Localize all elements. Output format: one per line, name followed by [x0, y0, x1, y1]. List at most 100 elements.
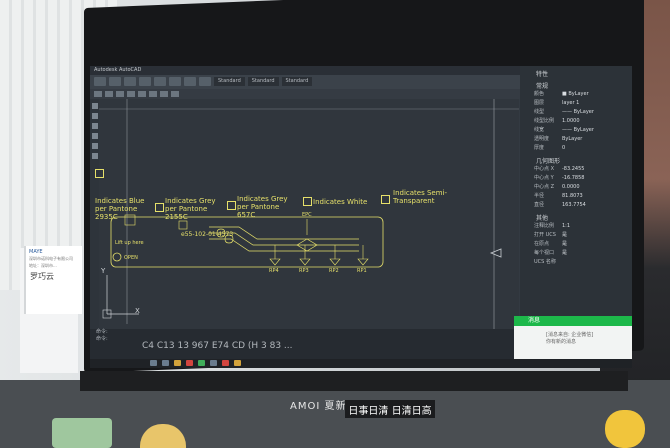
command-overflow-text: C4 C13 13 967 E74 CD (H 3 83 ...: [142, 341, 293, 351]
monitor-chin: [80, 371, 628, 391]
prop-row[interactable]: 线型 —— ByLayer: [520, 108, 632, 117]
polyline-tool-icon[interactable]: [105, 91, 113, 97]
pcb-id: e55-102-01-4573: [181, 231, 234, 238]
pad-label: RP2: [329, 268, 339, 274]
folder-icon[interactable]: [174, 360, 181, 366]
pcb-hole: [112, 252, 122, 262]
browser-icon[interactable]: [210, 360, 217, 366]
legend-blue: Indicates Blue per Pantone 2935C: [95, 197, 145, 221]
hatch-tool-icon[interactable]: [149, 91, 157, 97]
misc-row[interactable]: 注释比例 1:1: [520, 222, 632, 231]
pad-arrow: [357, 258, 369, 266]
pad-label: RP4: [269, 268, 279, 274]
prop-row[interactable]: 线宽 —— ByLayer: [520, 126, 632, 135]
monitor-stand-label: 日事日清 日清日高: [345, 400, 435, 418]
name-poster: MAYE 深圳市诺科电子有限公司 地址：深圳市... 罗巧云: [24, 246, 82, 314]
print-icon[interactable]: [139, 77, 151, 86]
draw-toolstrip: [90, 89, 520, 99]
command-history-1: 命令:: [96, 329, 108, 335]
direction-marker: [489, 248, 502, 258]
text-tool-icon[interactable]: [160, 91, 168, 97]
properties-panel: 特性 常规 颜色 ■ ByLayer 图层 layer 1 线型 —— ByLayer…: [520, 66, 632, 326]
select-tool-icon[interactable]: [91, 103, 98, 109]
style-select-2[interactable]: Standard: [247, 77, 279, 86]
prop-row[interactable]: 颜色 ■ ByLayer: [520, 90, 632, 99]
pad-arrow: [329, 258, 341, 266]
notification-popup[interactable]: 消息 [消息来自: 企业微信] 你有新的消息: [514, 316, 632, 364]
layer-icon[interactable]: [199, 77, 211, 86]
ucs-y-label: Y: [101, 267, 106, 275]
pcb-label-epc: EPC: [302, 212, 312, 218]
redo-icon[interactable]: [169, 77, 181, 86]
scale-tool-icon[interactable]: [91, 143, 98, 149]
line-tool-icon[interactable]: [94, 91, 102, 97]
geometry-row[interactable]: 半径 81.8073: [520, 192, 632, 201]
style-select-3[interactable]: Standard: [281, 77, 313, 86]
ucs-x-label: X: [135, 307, 140, 315]
misc-row[interactable]: 每个视口是: [520, 249, 632, 258]
properties-title: 特性: [536, 71, 549, 78]
rectangle-tool-icon[interactable]: [138, 91, 146, 97]
pcb-mark: [178, 220, 188, 230]
legend-semi-transparent: Indicates Semi-Transparent: [393, 189, 447, 205]
save-icon[interactable]: [124, 77, 136, 86]
poster-sub-2: 地址：深圳市...: [29, 263, 57, 268]
ribbon-toolbar: Standard Standard Standard: [90, 75, 520, 89]
chat-icon[interactable]: [198, 360, 205, 366]
legend-swatch-blue: [95, 169, 104, 178]
green-object: [52, 418, 112, 448]
pad-arrow: [269, 258, 281, 266]
drawing-canvas[interactable]: Indicates Blue per Pantone 2935C Indicat…: [95, 99, 519, 333]
notification-title: 消息: [514, 316, 632, 326]
geometry-row[interactable]: 中心点 Z 0.0000: [520, 183, 632, 192]
misc-row[interactable]: 在原点是: [520, 240, 632, 249]
taskbar: 2023-06-08: [90, 359, 632, 368]
arc-tool-icon[interactable]: [127, 91, 135, 97]
pcb-badge: OPEN: [124, 255, 138, 261]
match-properties-icon[interactable]: [184, 77, 196, 86]
trim-tool-icon[interactable]: [91, 153, 98, 159]
undo-icon[interactable]: [154, 77, 166, 86]
section-misc[interactable]: 其他: [520, 210, 632, 222]
legend-grey-2155: Indicates Grey per Pantone 2155C: [165, 197, 216, 221]
prop-row[interactable]: 线型比例 1.0000: [520, 117, 632, 126]
open-file-icon[interactable]: [109, 77, 121, 86]
legend-white: Indicates White: [313, 198, 368, 206]
app-icon[interactable]: [186, 360, 193, 366]
monitor-screen: Autodesk AutoCAD Standard Standard Stand…: [90, 66, 632, 368]
search-icon[interactable]: [162, 360, 169, 366]
command-line[interactable]: 命令: 命令: C4 C13 13 967 E74 CD (H 3 83 ...: [90, 329, 520, 359]
rotate-tool-icon[interactable]: [91, 133, 98, 139]
poster-sub-1: 深圳市诺科电子有限公司: [29, 256, 73, 261]
prop-row[interactable]: 图层 layer 1: [520, 99, 632, 108]
pad-arrow: [299, 258, 311, 266]
dimension-tool-icon[interactable]: [171, 91, 179, 97]
circle-tool-icon[interactable]: [116, 91, 124, 97]
start-icon[interactable]: [150, 360, 157, 366]
mail-icon[interactable]: [234, 360, 241, 366]
prop-row[interactable]: 透明度 ByLayer: [520, 135, 632, 144]
misc-row[interactable]: 打开 UCS 是: [520, 231, 632, 240]
legend-swatch-semi: [381, 195, 390, 204]
pcb-outline: [110, 216, 384, 268]
misc-row[interactable]: UCS 名称: [520, 258, 632, 267]
copy-tool-icon[interactable]: [91, 123, 98, 129]
prop-row[interactable]: 厚度 0: [520, 144, 632, 153]
poster-header: MAYE: [29, 249, 43, 255]
legend-swatch-grey-657: [227, 201, 236, 210]
style-select-1[interactable]: Standard: [214, 77, 245, 86]
geometry-row[interactable]: 中心点 Y -16.7858: [520, 174, 632, 183]
section-general[interactable]: 常规: [520, 78, 632, 90]
geometry-row[interactable]: 中心点 X -83.2455: [520, 165, 632, 174]
section-geometry[interactable]: 几何图形: [520, 153, 632, 165]
new-file-icon[interactable]: [94, 77, 106, 86]
geometry-row[interactable]: 直径 163.7754: [520, 201, 632, 210]
pad-label: RP3: [299, 268, 309, 274]
poster-name: 罗巧云: [30, 272, 54, 281]
move-tool-icon[interactable]: [91, 113, 98, 119]
autocad-icon[interactable]: [222, 360, 229, 366]
legend-swatch-grey-2155: [155, 203, 164, 212]
monitor-brand: AMOI 夏新: [290, 401, 347, 412]
legend-swatch-white: [303, 197, 312, 206]
pad-label: RP1: [357, 268, 367, 274]
